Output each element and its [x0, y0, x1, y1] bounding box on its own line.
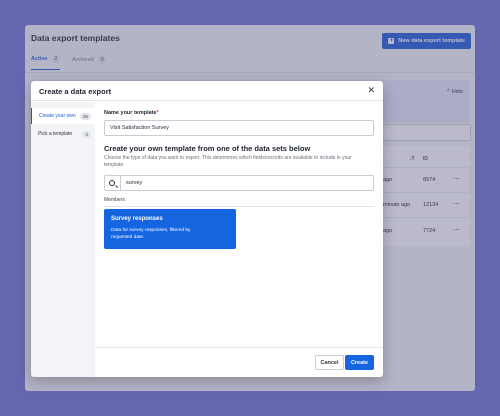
dataset-search-field[interactable] [104, 175, 374, 191]
cancel-button[interactable]: Cancel [315, 355, 344, 370]
dataset-card-title: Survey responses [111, 216, 163, 222]
dataset-card-survey-responses[interactable]: Survey responses Data for survey respons… [104, 209, 236, 249]
sidebar-item-pick-a-template[interactable]: Pick a template 4 [31, 126, 95, 142]
dataset-group-label: Members [104, 197, 125, 203]
required-mark: * [156, 110, 159, 116]
dialog-title: Create a data export [39, 87, 112, 96]
template-name-input[interactable] [104, 120, 374, 136]
dialog-footer: Cancel Create [95, 347, 383, 377]
group-divider [104, 206, 374, 207]
dataset-search-input[interactable] [121, 176, 373, 190]
close-icon[interactable]: ✕ [367, 85, 375, 96]
dialog-sidebar: Create your own 35 Pick a template 4 [31, 102, 95, 377]
create-export-dialog: Create a data export ✕ Create your own 3… [31, 81, 383, 377]
sidebar-item-create-your-own[interactable]: Create your own 35 [31, 108, 95, 124]
dataset-card-description: Data for survey responses, filtered by r… [111, 228, 191, 240]
template-name-label-text: Name your template [104, 110, 157, 116]
dataset-section-title: Create your own template from one of the… [104, 144, 311, 153]
sidebar-item-label: Pick a template [38, 131, 73, 137]
template-name-label: Name your template* [104, 110, 159, 116]
create-button[interactable]: Create [345, 355, 374, 370]
sidebar-item-label: Create your own [39, 113, 76, 119]
sidebar-item-count: 4 [82, 130, 91, 138]
dialog-header: Create a data export ✕ [31, 81, 383, 101]
sidebar-item-count: 35 [79, 112, 91, 120]
search-icon [109, 179, 115, 186]
dataset-section-description: Choose the type of data you want to expo… [104, 155, 352, 168]
dialog-content: Name your template* Create your own temp… [104, 102, 374, 347]
search-button[interactable] [105, 176, 121, 190]
